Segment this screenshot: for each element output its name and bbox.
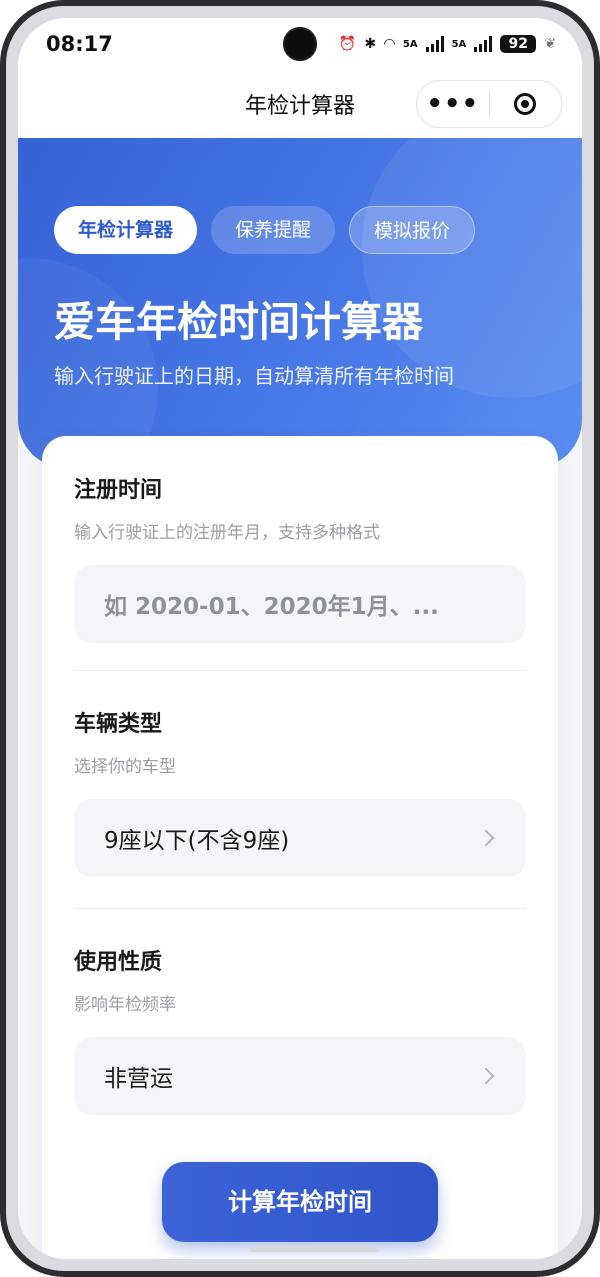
register-date-placeholder: 如 2020-01、2020年1月、... [104,594,439,620]
miniprogram-capsule: ••• [416,80,562,128]
register-section: 注册时间 输入行驶证上的注册年月，支持多种格式 如 2020-01、2020年1… [74,472,526,643]
tab-inspection-calculator[interactable]: 年检计算器 [54,206,198,254]
signal-icon [425,36,444,52]
usage-section: 使用性质 影响年检频率 非营运 [74,944,526,1115]
capsule-close-icon [514,93,537,115]
leaf-icon: ❦ [544,36,556,52]
signal-icon [474,36,493,52]
divider [74,908,526,909]
vehicle-type-hint: 选择你的车型 [74,757,176,777]
divider [74,670,526,671]
tab-maintenance-reminder[interactable]: 保养提醒 [211,206,336,254]
home-indicator [250,1246,380,1252]
chevron-right-icon [477,1067,495,1085]
usage-hint: 影响年检频率 [74,995,176,1015]
vehicle-type-select[interactable]: 9座以下(不含9座) [74,799,526,877]
form-card: 注册时间 输入行驶证上的注册年月，支持多种格式 如 2020-01、2020年1… [42,436,558,1259]
top-bar: 08:17 ⏰ ✱ ◠ 5A 5A 92 ❦ 年检计算器 ••• [18,18,582,138]
chevron-right-icon [477,829,495,847]
bluetooth-icon: ✱ [364,36,377,52]
alarm-icon: ⏰ [338,36,357,52]
vehicle-type-section: 车辆类型 选择你的车型 9座以下(不含9座) [74,706,526,877]
status-time: 08:17 [46,32,113,56]
hero-banner: 年检计算器 保养提醒 模拟报价 爱车年检时间计算器 输入行驶证上的日期，自动算清… [18,138,582,468]
feature-tabs: 年检计算器 保养提醒 模拟报价 [54,206,476,254]
status-icons: ⏰ ✱ ◠ 5A 5A 92 ❦ [339,32,556,56]
screen: 08:17 ⏰ ✱ ◠ 5A 5A 92 ❦ 年检计算器 ••• 年检计算器 保… [18,18,582,1259]
register-hint: 输入行驶证上的注册年月，支持多种格式 [74,523,380,543]
network-type-1: 5A [402,38,418,50]
battery-indicator: 92 [500,35,537,53]
register-date-input[interactable]: 如 2020-01、2020年1月、... [74,565,526,643]
vehicle-type-value: 9座以下(不含9座) [104,828,290,854]
front-camera [283,27,317,61]
hero-title: 爱车年检时间计算器 [54,298,423,346]
usage-value: 非营运 [104,1066,173,1092]
hero-subtitle: 输入行驶证上的日期，自动算清所有年检时间 [54,364,454,388]
capsule-close-button[interactable] [490,93,562,115]
calculate-button[interactable]: 计算年检时间 [162,1162,438,1242]
tab-quote-simulation[interactable]: 模拟报价 [349,206,476,254]
usage-label: 使用性质 [74,950,163,975]
more-dots-icon[interactable]: ••• [417,81,489,127]
vehicle-type-label: 车辆类型 [74,712,163,737]
network-type-2: 5A [451,38,467,50]
register-label: 注册时间 [74,478,163,503]
usage-select[interactable]: 非营运 [74,1037,526,1115]
decor-circle [362,138,582,398]
wifi-icon: ◠ [384,36,395,52]
